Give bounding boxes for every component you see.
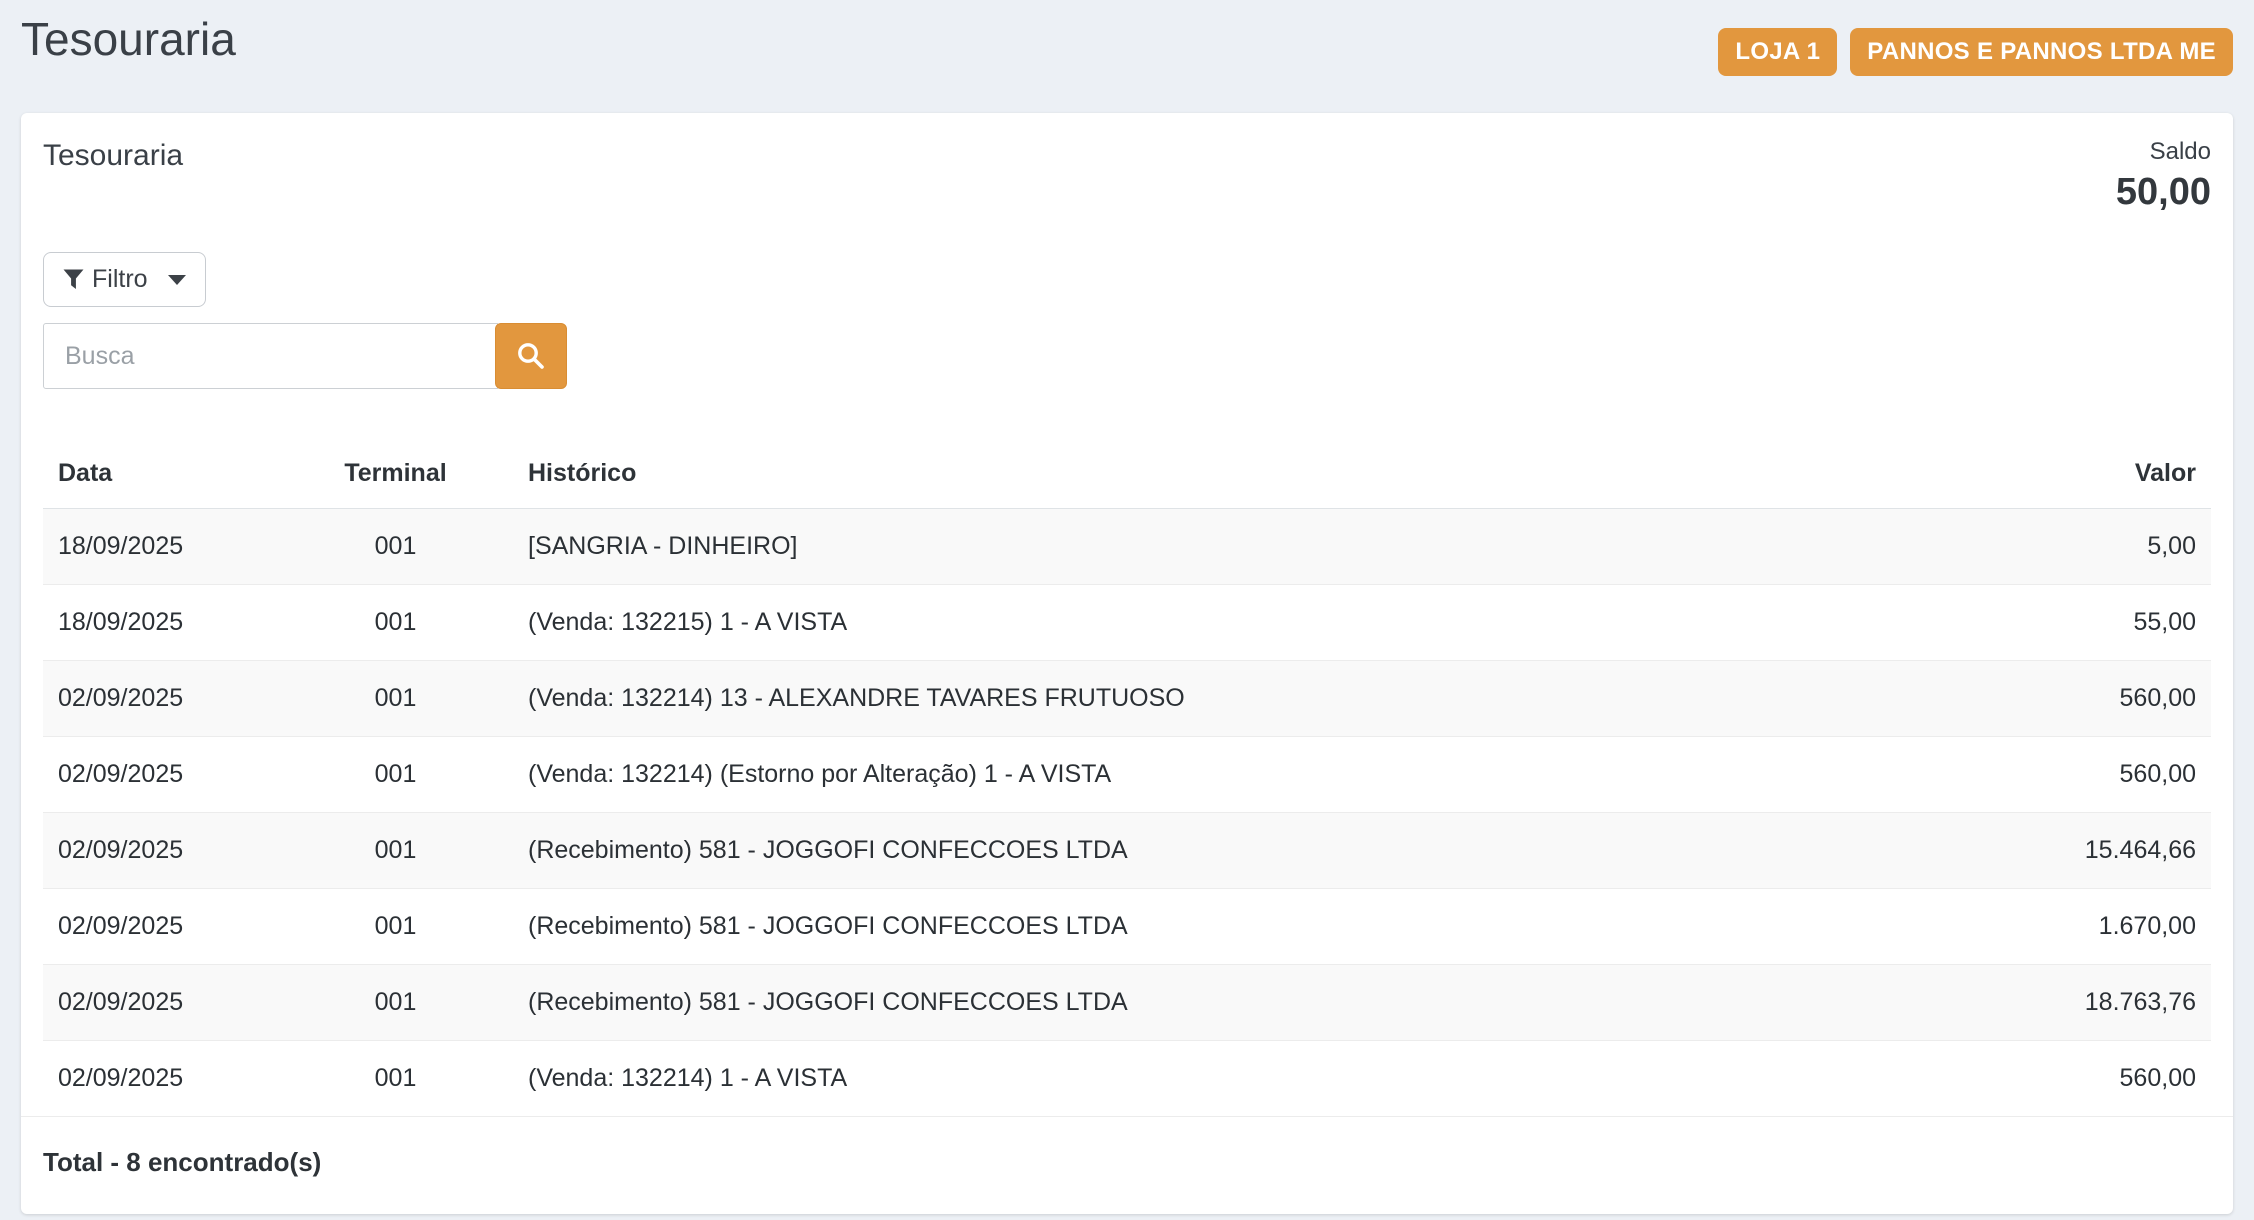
cell-data: 02/09/2025 bbox=[43, 965, 278, 1041]
cell-historico: (Recebimento) 581 - JOGGOFI CONFECCOES L… bbox=[513, 965, 1861, 1041]
cell-valor: 15.464,66 bbox=[1861, 813, 2211, 889]
cell-data: 18/09/2025 bbox=[43, 509, 278, 585]
page-title: Tesouraria bbox=[21, 10, 236, 68]
funnel-icon bbox=[63, 269, 84, 290]
cell-data: 02/09/2025 bbox=[43, 889, 278, 965]
cell-historico: (Venda: 132214) (Estorno por Alteração) … bbox=[513, 737, 1861, 813]
table-row: 02/09/2025 001 (Recebimento) 581 - JOGGO… bbox=[43, 965, 2211, 1041]
card-header: Tesouraria Saldo 50,00 bbox=[21, 113, 2233, 215]
cell-data: 02/09/2025 bbox=[43, 737, 278, 813]
cell-valor: 55,00 bbox=[1861, 585, 2211, 661]
table-row: 02/09/2025 001 (Recebimento) 581 - JOGGO… bbox=[43, 813, 2211, 889]
cell-terminal: 001 bbox=[278, 585, 513, 661]
cell-historico: (Venda: 132214) 1 - A VISTA bbox=[513, 1041, 1861, 1117]
results-total: Total - 8 encontrado(s) bbox=[21, 1116, 2233, 1214]
tesouraria-card: Tesouraria Saldo 50,00 Filtro bbox=[21, 113, 2233, 1214]
cell-valor: 1.670,00 bbox=[1861, 889, 2211, 965]
table-row: 18/09/2025 001 (Venda: 132215) 1 - A VIS… bbox=[43, 585, 2211, 661]
transactions-table: Data Terminal Histórico Valor 18/09/2025… bbox=[43, 443, 2211, 1116]
search-input[interactable] bbox=[43, 323, 498, 389]
saldo-label: Saldo bbox=[2116, 137, 2211, 167]
column-header-terminal: Terminal bbox=[278, 443, 513, 509]
card-title: Tesouraria bbox=[43, 137, 183, 215]
column-header-historico: Histórico bbox=[513, 443, 1861, 509]
table-row: 02/09/2025 001 (Venda: 132214) 1 - A VIS… bbox=[43, 1041, 2211, 1117]
saldo-block: Saldo 50,00 bbox=[2116, 137, 2211, 215]
filter-button-label: Filtro bbox=[92, 265, 148, 294]
cell-terminal: 001 bbox=[278, 661, 513, 737]
column-header-valor: Valor bbox=[1861, 443, 2211, 509]
company-badge[interactable]: PANNOS E PANNOS LTDA ME bbox=[1850, 28, 2233, 76]
cell-historico: [SANGRIA - DINHEIRO] bbox=[513, 509, 1861, 585]
cell-historico: (Venda: 132214) 13 - ALEXANDRE TAVARES F… bbox=[513, 661, 1861, 737]
page-header: Tesouraria LOJA 1 PANNOS E PANNOS LTDA M… bbox=[21, 10, 2233, 76]
cell-valor: 560,00 bbox=[1861, 1041, 2211, 1117]
table-row: 18/09/2025 001 [SANGRIA - DINHEIRO] 5,00 bbox=[43, 509, 2211, 585]
cell-terminal: 001 bbox=[278, 1041, 513, 1117]
cell-data: 02/09/2025 bbox=[43, 661, 278, 737]
table-header-row: Data Terminal Histórico Valor bbox=[43, 443, 2211, 509]
table-body: 18/09/2025 001 [SANGRIA - DINHEIRO] 5,00… bbox=[43, 509, 2211, 1117]
column-header-data: Data bbox=[43, 443, 278, 509]
cell-historico: (Venda: 132215) 1 - A VISTA bbox=[513, 585, 1861, 661]
cell-terminal: 001 bbox=[278, 813, 513, 889]
cell-historico: (Recebimento) 581 - JOGGOFI CONFECCOES L… bbox=[513, 889, 1861, 965]
filter-button[interactable]: Filtro bbox=[43, 252, 206, 307]
cell-terminal: 001 bbox=[278, 965, 513, 1041]
cell-terminal: 001 bbox=[278, 509, 513, 585]
filter-row: Filtro bbox=[43, 252, 2211, 307]
table-row: 02/09/2025 001 (Venda: 132214) (Estorno … bbox=[43, 737, 2211, 813]
search-icon bbox=[515, 340, 547, 372]
cell-historico: (Recebimento) 581 - JOGGOFI CONFECCOES L… bbox=[513, 813, 1861, 889]
header-badges: LOJA 1 PANNOS E PANNOS LTDA ME bbox=[1718, 28, 2233, 76]
cell-data: 18/09/2025 bbox=[43, 585, 278, 661]
table-row: 02/09/2025 001 (Venda: 132214) 13 - ALEX… bbox=[43, 661, 2211, 737]
cell-valor: 5,00 bbox=[1861, 509, 2211, 585]
chevron-down-icon bbox=[168, 275, 186, 285]
cell-valor: 18.763,76 bbox=[1861, 965, 2211, 1041]
cell-terminal: 001 bbox=[278, 737, 513, 813]
search-button[interactable] bbox=[495, 323, 567, 389]
table-row: 02/09/2025 001 (Recebimento) 581 - JOGGO… bbox=[43, 889, 2211, 965]
cell-data: 02/09/2025 bbox=[43, 1041, 278, 1117]
store-badge[interactable]: LOJA 1 bbox=[1718, 28, 1837, 76]
page: Tesouraria LOJA 1 PANNOS E PANNOS LTDA M… bbox=[0, 0, 2254, 1214]
search-row bbox=[43, 323, 2211, 389]
cell-valor: 560,00 bbox=[1861, 737, 2211, 813]
cell-valor: 560,00 bbox=[1861, 661, 2211, 737]
cell-terminal: 001 bbox=[278, 889, 513, 965]
cell-data: 02/09/2025 bbox=[43, 813, 278, 889]
saldo-value: 50,00 bbox=[2116, 169, 2211, 215]
